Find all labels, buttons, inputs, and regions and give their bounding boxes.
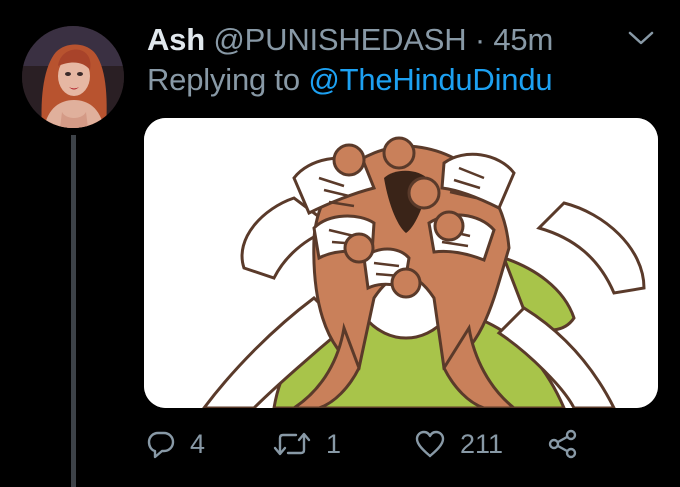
replying-to-line: Replying to @TheHinduDindu [147,62,553,98]
header-separator: · [474,22,485,57]
display-name[interactable]: Ash [147,22,205,57]
tweet-media-image[interactable] [144,118,658,408]
retweet-icon [272,429,312,459]
reply-button[interactable]: 4 [146,422,205,466]
reply-icon [146,429,176,459]
tweet-header: Ash @PUNISHEDASH · 45m [147,22,553,58]
chevron-down-icon[interactable] [626,27,656,49]
retweet-button[interactable]: 1 [272,422,341,466]
like-count: 211 [460,428,504,459]
heart-icon [414,429,446,459]
like-button[interactable]: 211 [414,422,503,466]
avatar[interactable] [22,26,124,128]
tweet-actions: 4 1 211 [0,422,680,466]
reply-count: 4 [190,428,206,459]
share-icon [547,429,579,459]
timestamp[interactable]: 45m [493,22,553,57]
replying-prefix: Replying to [147,62,300,97]
replying-to-mention[interactable]: @TheHinduDindu [308,62,552,97]
share-button[interactable] [547,422,579,466]
user-handle[interactable]: @PUNISHEDASH [213,22,466,57]
retweet-count: 1 [326,428,342,459]
